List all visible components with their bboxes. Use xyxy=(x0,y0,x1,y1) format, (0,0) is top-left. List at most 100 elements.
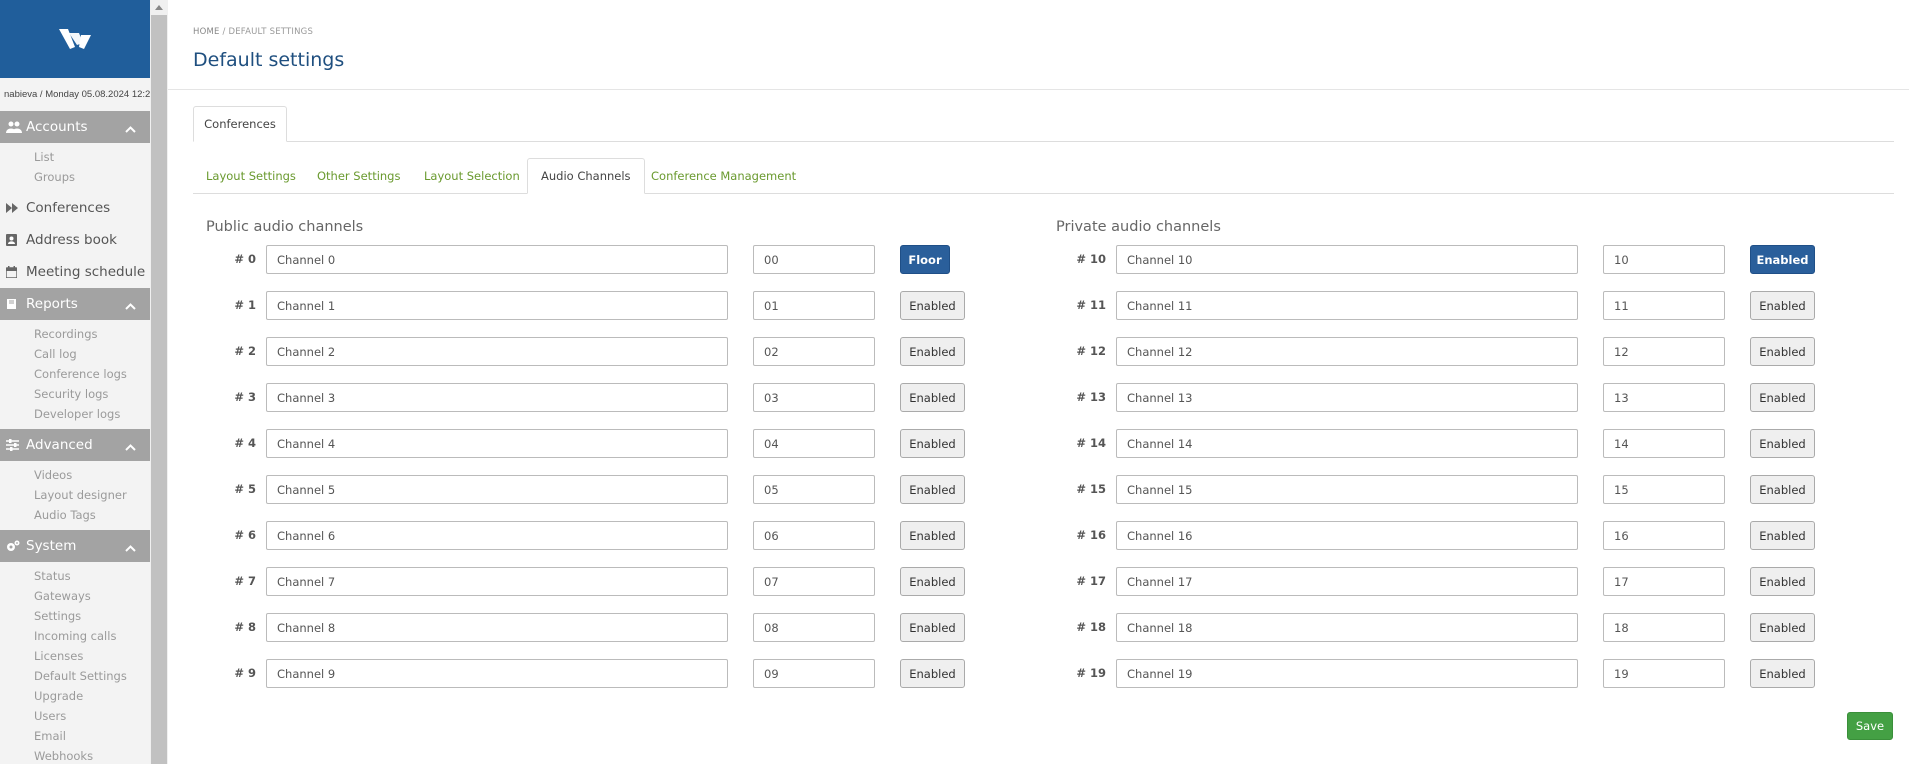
sidebar-section-advanced[interactable]: Advanced xyxy=(0,429,150,461)
sidebar-item-meeting-schedule[interactable]: Meeting schedule xyxy=(0,256,150,288)
channel-code-input[interactable]: 13 xyxy=(1603,383,1725,412)
tab-conferences[interactable]: Conferences xyxy=(193,106,287,142)
sidebar-item-users[interactable]: Users xyxy=(0,706,150,726)
tab-audio-channels[interactable]: Audio Channels xyxy=(527,158,645,194)
sidebar-item-webhooks[interactable]: Webhooks xyxy=(0,746,150,764)
channel-code-input[interactable]: 17 xyxy=(1603,567,1725,596)
channel-state-button[interactable]: Enabled xyxy=(1750,567,1815,596)
save-button[interactable]: Save xyxy=(1847,712,1893,740)
sidebar-item-email[interactable]: Email xyxy=(0,726,150,746)
channel-state-button[interactable]: Enabled xyxy=(900,475,965,504)
chevron-up-icon[interactable] xyxy=(125,439,136,455)
sidebar-item-settings[interactable]: Settings xyxy=(0,606,150,626)
sidebar-item-security-logs[interactable]: Security logs xyxy=(0,384,150,404)
channel-state-button[interactable]: Enabled xyxy=(900,567,965,596)
sidebar-item-developer-logs[interactable]: Developer logs xyxy=(0,404,150,424)
sidebar-item-gateways[interactable]: Gateways xyxy=(0,586,150,606)
channel-code-input[interactable]: 01 xyxy=(753,291,875,320)
channel-state-button[interactable]: Enabled xyxy=(900,429,965,458)
channel-name-input[interactable]: Channel 7 xyxy=(266,567,728,596)
channel-name-input[interactable]: Channel 4 xyxy=(266,429,728,458)
channel-name-input[interactable]: Channel 8 xyxy=(266,613,728,642)
channel-code-input[interactable]: 15 xyxy=(1603,475,1725,504)
channel-code-input[interactable]: 11 xyxy=(1603,291,1725,320)
sidebar-item-videos[interactable]: Videos xyxy=(0,465,150,485)
channel-state-button[interactable]: Enabled xyxy=(900,291,965,320)
channel-state-button[interactable]: Enabled xyxy=(1750,659,1815,688)
sidebar-item-licenses[interactable]: Licenses xyxy=(0,646,150,666)
channel-name-input[interactable]: Channel 1 xyxy=(266,291,728,320)
channel-state-button[interactable]: Enabled xyxy=(1750,613,1815,642)
channel-state-button[interactable]: Enabled xyxy=(900,383,965,412)
channel-name-input[interactable]: Channel 3 xyxy=(266,383,728,412)
channel-code-input[interactable]: 05 xyxy=(753,475,875,504)
channel-state-button[interactable]: Enabled xyxy=(1750,245,1815,274)
channel-name-input[interactable]: Channel 2 xyxy=(266,337,728,366)
channel-code-input[interactable]: 07 xyxy=(753,567,875,596)
sidebar-item-layout-designer[interactable]: Layout designer xyxy=(0,485,150,505)
channel-name-input[interactable]: Channel 17 xyxy=(1116,567,1578,596)
sidebar-section-reports[interactable]: Reports xyxy=(0,288,150,320)
tab-layout-selection[interactable]: Layout Selection xyxy=(411,158,533,194)
sidebar-item-conferences[interactable]: Conferences xyxy=(0,192,150,224)
sidebar-item-incoming-calls[interactable]: Incoming calls xyxy=(0,626,150,646)
channel-code-input[interactable]: 03 xyxy=(753,383,875,412)
tab-conference-management[interactable]: Conference Management xyxy=(638,158,809,194)
channel-name-input[interactable]: Channel 16 xyxy=(1116,521,1578,550)
sidebar-item-call-log[interactable]: Call log xyxy=(0,344,150,364)
channel-state-button[interactable]: Enabled xyxy=(900,659,965,688)
channel-state-button[interactable]: Enabled xyxy=(1750,337,1815,366)
channel-state-button[interactable]: Enabled xyxy=(1750,521,1815,550)
channel-state-button[interactable]: Floor xyxy=(900,245,950,274)
sidebar-item-upgrade[interactable]: Upgrade xyxy=(0,686,150,706)
channel-name-input[interactable]: Channel 19 xyxy=(1116,659,1578,688)
channel-state-button[interactable]: Enabled xyxy=(1750,429,1815,458)
chevron-up-icon[interactable] xyxy=(125,121,136,137)
sidebar-scrollbar[interactable] xyxy=(150,0,168,764)
sidebar-item-status[interactable]: Status xyxy=(0,566,150,586)
channel-name-input[interactable]: Channel 12 xyxy=(1116,337,1578,366)
channel-name-input[interactable]: Channel 13 xyxy=(1116,383,1578,412)
channel-state-button[interactable]: Enabled xyxy=(900,613,965,642)
channel-code-input[interactable]: 06 xyxy=(753,521,875,550)
channel-code-input[interactable]: 08 xyxy=(753,613,875,642)
sidebar-section-accounts[interactable]: Accounts xyxy=(0,111,150,143)
channel-code-input[interactable]: 02 xyxy=(753,337,875,366)
channel-state-button[interactable]: Enabled xyxy=(1750,291,1815,320)
sidebar-item-audio-tags[interactable]: Audio Tags xyxy=(0,505,150,525)
scroll-up-arrow-icon[interactable] xyxy=(150,0,168,14)
channel-name-input[interactable]: Channel 18 xyxy=(1116,613,1578,642)
channel-code-input[interactable]: 16 xyxy=(1603,521,1725,550)
scrollbar-thumb[interactable] xyxy=(151,15,167,764)
channel-name-input[interactable]: Channel 9 xyxy=(266,659,728,688)
channel-name-input[interactable]: Channel 10 xyxy=(1116,245,1578,274)
channel-name-input[interactable]: Channel 15 xyxy=(1116,475,1578,504)
sidebar-item-list[interactable]: List xyxy=(0,147,150,167)
logo[interactable] xyxy=(0,0,150,78)
channel-name-input[interactable]: Channel 14 xyxy=(1116,429,1578,458)
channel-name-input[interactable]: Channel 0 xyxy=(266,245,728,274)
channel-code-input[interactable]: 12 xyxy=(1603,337,1725,366)
channel-code-input[interactable]: 18 xyxy=(1603,613,1725,642)
tab-other-settings[interactable]: Other Settings xyxy=(304,158,413,194)
breadcrumb-home[interactable]: HOME xyxy=(193,27,220,37)
channel-state-button[interactable]: Enabled xyxy=(1750,383,1815,412)
sidebar-item-conference-logs[interactable]: Conference logs xyxy=(0,364,150,384)
channel-code-input[interactable]: 10 xyxy=(1603,245,1725,274)
sidebar-section-system[interactable]: System xyxy=(0,530,150,562)
chevron-up-icon[interactable] xyxy=(125,540,136,556)
channel-code-input[interactable]: 09 xyxy=(753,659,875,688)
channel-code-input[interactable]: 00 xyxy=(753,245,875,274)
channel-name-input[interactable]: Channel 6 xyxy=(266,521,728,550)
channel-name-input[interactable]: Channel 11 xyxy=(1116,291,1578,320)
channel-state-button[interactable]: Enabled xyxy=(1750,475,1815,504)
sidebar-item-recordings[interactable]: Recordings xyxy=(0,324,150,344)
channel-state-button[interactable]: Enabled xyxy=(900,521,965,550)
channel-name-input[interactable]: Channel 5 xyxy=(266,475,728,504)
channel-state-button[interactable]: Enabled xyxy=(900,337,965,366)
tab-layout-settings[interactable]: Layout Settings xyxy=(193,158,309,194)
sidebar-item-groups[interactable]: Groups xyxy=(0,167,150,187)
chevron-up-icon[interactable] xyxy=(125,298,136,314)
sidebar-item-default-settings[interactable]: Default Settings xyxy=(0,666,150,686)
sidebar-item-address-book[interactable]: Address book xyxy=(0,224,150,256)
